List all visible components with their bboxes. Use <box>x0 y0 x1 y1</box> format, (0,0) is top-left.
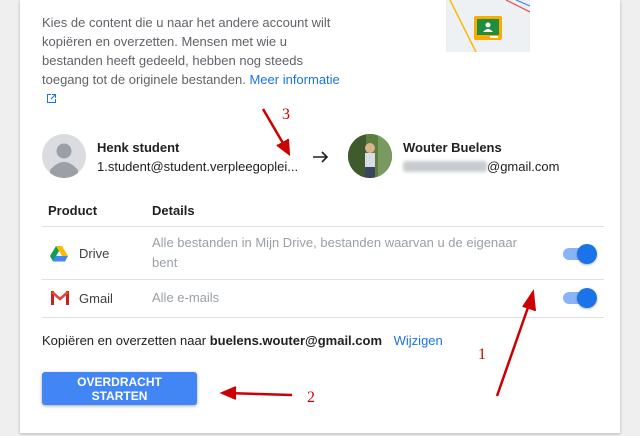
annotation-number-2: 2 <box>307 389 315 406</box>
annotation-number-3: 3 <box>282 106 290 123</box>
annotation-arrow-1 <box>495 289 536 397</box>
annotation-number-1: 1 <box>478 346 486 363</box>
annotation-overlay <box>219 108 536 400</box>
annotation-arrow-2 <box>219 386 293 400</box>
